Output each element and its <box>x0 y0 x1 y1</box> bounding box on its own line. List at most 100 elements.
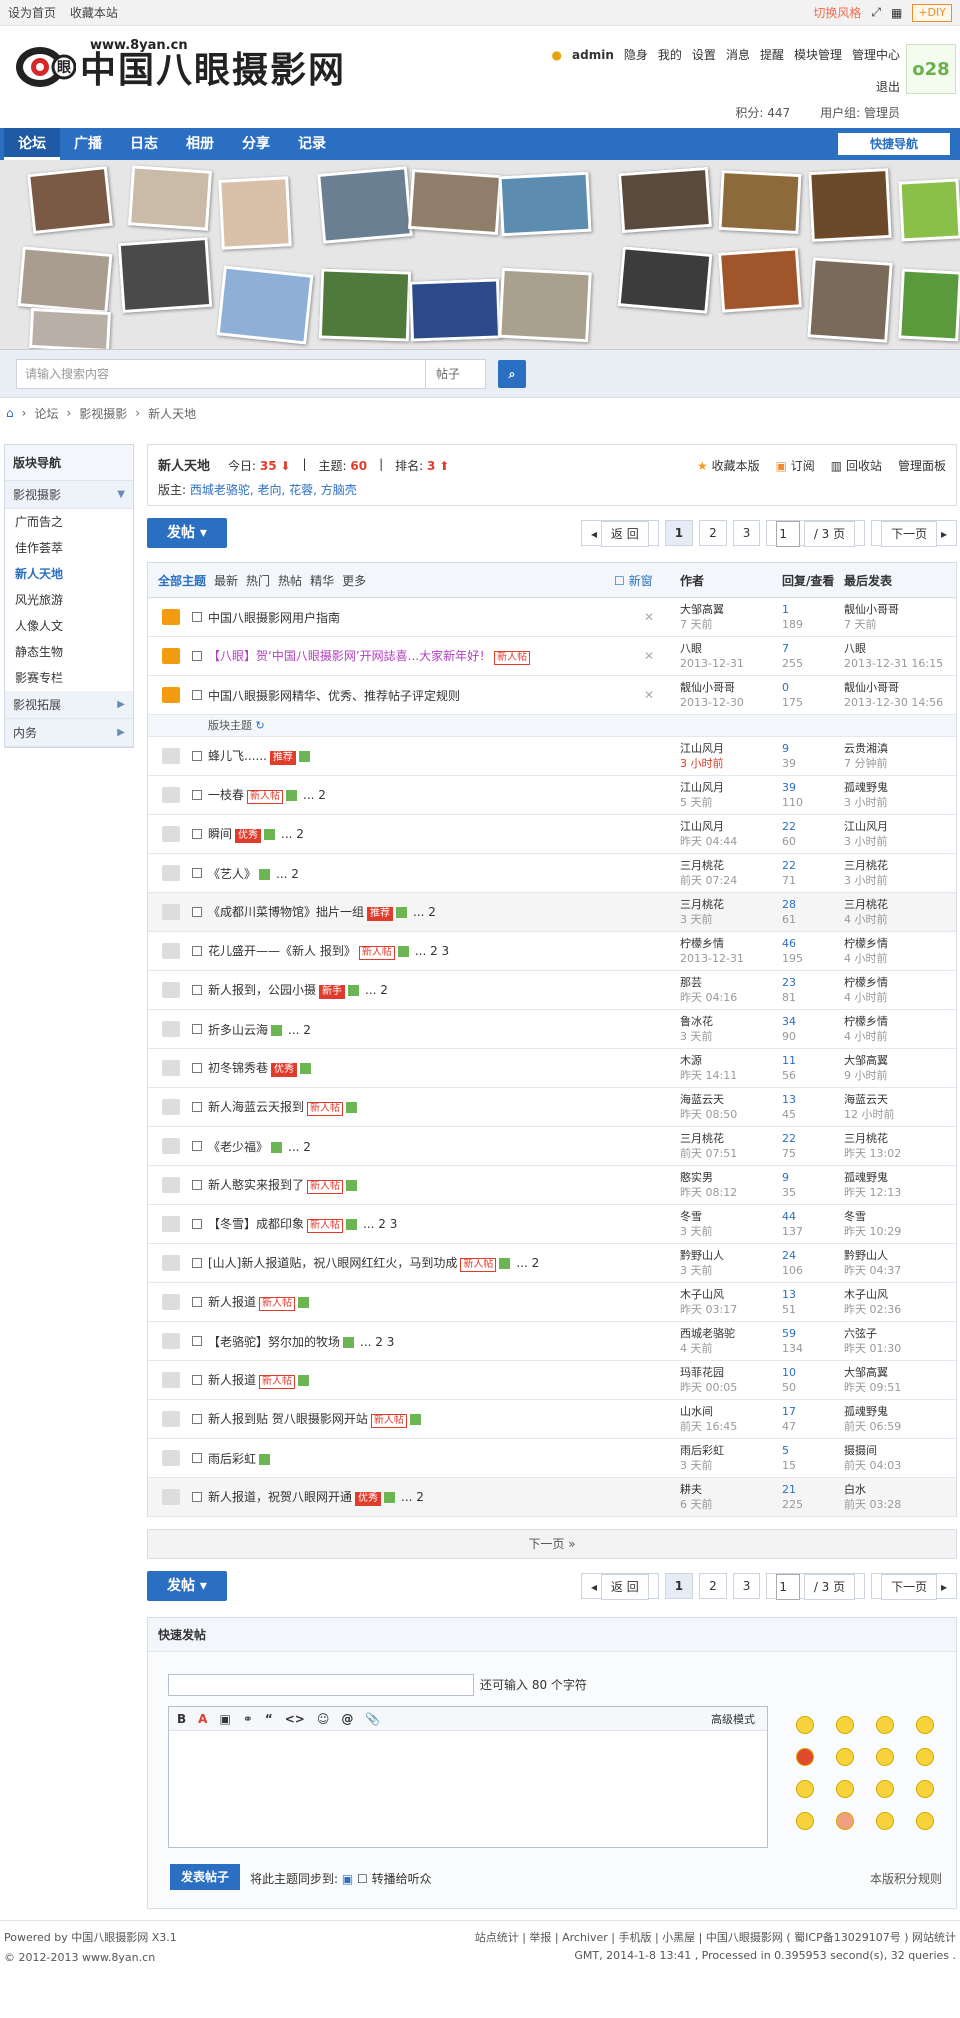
table-row[interactable]: 《老少福》 ... 2 三月桃花 前天 07:51 22 75 三月桃花 昨天 13:0… <box>148 1127 956 1166</box>
smiley-icon[interactable] <box>876 1780 894 1798</box>
module-manage-link[interactable]: 模块管理 <box>794 46 842 63</box>
smiley-icon[interactable] <box>796 1780 814 1798</box>
last-poster[interactable]: 孤魂野鬼 <box>844 1404 901 1419</box>
thread-author[interactable]: 木源 <box>680 1053 737 1068</box>
thread-title[interactable]: 中国八眼摄影网精华、优秀、推荐帖子评定规则 <box>208 689 460 703</box>
thread-title[interactable]: 新人海蓝云天报到 <box>208 1100 304 1114</box>
thread-pages[interactable]: ... 2 3 <box>360 1335 394 1349</box>
thread-author[interactable]: 雨后彩虹 <box>680 1443 724 1458</box>
bold-icon[interactable]: B <box>177 1712 186 1726</box>
smiley-icon[interactable] <box>796 1716 814 1734</box>
last-poster[interactable]: 冬雪 <box>844 1209 901 1224</box>
tab-latest[interactable]: 最新 <box>214 572 238 589</box>
last-post-date[interactable]: 4 小时前 <box>844 951 888 966</box>
smiley-icon[interactable] <box>876 1748 894 1766</box>
thread-author[interactable]: 鲁冰花 <box>680 1014 713 1029</box>
table-row[interactable]: 蜂儿飞...... 推荐 江山风月 3 小时前 9 39 云贵湘滇 7 分钟前 <box>148 737 956 776</box>
row-checkbox[interactable] <box>192 1141 202 1151</box>
last-post-date[interactable]: 2013-12-31 16:15 <box>844 656 943 671</box>
thread-author[interactable]: 八眼 <box>680 641 744 656</box>
smiley-icon[interactable] <box>916 1748 934 1766</box>
last-post-date[interactable]: 2013-12-30 14:56 <box>844 695 943 710</box>
row-checkbox[interactable] <box>192 1297 202 1307</box>
smiley-icon[interactable] <box>836 1716 854 1734</box>
last-post-date[interactable]: 昨天 12:13 <box>844 1185 901 1200</box>
thread-title[interactable]: 《艺人》 <box>208 867 256 881</box>
search-type-select[interactable]: 帖子 <box>426 358 486 389</box>
thread-title[interactable]: 雨后彩虹 <box>208 1452 256 1466</box>
thread-title[interactable]: 花儿盛开——《新人 报到》 <box>208 944 356 958</box>
attach-icon[interactable]: 📎 <box>365 1712 380 1726</box>
thread-title[interactable]: 折多山云海 <box>208 1023 268 1037</box>
thread-author[interactable]: 玛菲花园 <box>680 1365 737 1380</box>
thread-title[interactable]: 【老骆驼】努尔加的牧场 <box>208 1335 340 1349</box>
thread-pages[interactable]: ... 2 <box>516 1256 539 1270</box>
search-button[interactable]: ⌕ <box>498 359 526 388</box>
table-row[interactable]: 【八眼】贺‘中国八眼摄影网’开网誌喜...大家新年好！ 新人帖 ✕ 八眼 2013-… <box>148 637 956 676</box>
page-2[interactable]: 2 <box>699 520 727 546</box>
table-row[interactable]: 新人报道 新人帖 玛菲花园 昨天 00:05 10 50 大邹高翼 昨天 09:51 <box>148 1361 956 1400</box>
sidebar-item-portrait[interactable]: 人像人文 <box>5 613 133 639</box>
last-post-date[interactable]: 昨天 04:37 <box>844 1263 901 1278</box>
last-poster[interactable]: 孤魂野鬼 <box>844 1170 901 1185</box>
close-icon[interactable]: ✕ <box>644 649 654 663</box>
thread-author[interactable]: 柠檬乡情 <box>680 936 744 951</box>
last-poster[interactable]: 三月桃花 <box>844 1131 901 1146</box>
subscribe-link[interactable]: ▣ 订阅 <box>776 457 815 474</box>
thread-pages[interactable]: ... 2 <box>413 905 436 919</box>
thread-pages[interactable]: ... 2 3 <box>415 944 449 958</box>
next-page-button[interactable]: 下一页 ▸ <box>871 1573 957 1600</box>
site-logo[interactable]: 眼 www.8yan.cn 中国八眼摄影网 <box>14 38 346 94</box>
last-post-date[interactable]: 7 分钟前 <box>844 756 888 771</box>
avatar[interactable]: o28 <box>906 44 956 94</box>
thread-pages[interactable]: ... 2 <box>365 983 388 997</box>
thread-author[interactable]: 憨实男 <box>680 1170 737 1185</box>
last-poster[interactable]: 柠檬乡情 <box>844 936 888 951</box>
last-post-date[interactable]: 4 小时前 <box>844 990 888 1005</box>
tab-digest[interactable]: 精华 <box>310 572 334 589</box>
thread-pages[interactable]: ... 2 <box>303 788 326 802</box>
smiley-icon[interactable] <box>916 1780 934 1798</box>
thread-title[interactable]: 新人报道，祝贺八眼网开通 <box>208 1490 352 1504</box>
table-row[interactable]: 新人报到，公园小摄 新手 ... 2 那芸 昨天 04:16 23 81 柠檬乡情 4 小… <box>148 971 956 1010</box>
thread-title[interactable]: 新人报道 <box>208 1373 256 1387</box>
angry-smiley-icon[interactable] <box>796 1748 814 1766</box>
row-checkbox[interactable] <box>192 1492 202 1502</box>
last-poster[interactable]: 白水 <box>844 1482 901 1497</box>
table-row[interactable]: 初冬锦秀巷 优秀 木源 昨天 14:11 11 56 大邹高翼 9 小时前 <box>148 1049 956 1088</box>
smiley-icon[interactable]: ☺ <box>317 1712 330 1726</box>
thread-author[interactable]: 耕夫 <box>680 1482 713 1497</box>
close-icon[interactable]: ✕ <box>644 610 654 624</box>
crumb-photo[interactable]: 影视摄影 <box>79 405 127 422</box>
sidebar-item-newbie[interactable]: 新人天地 <box>5 561 133 587</box>
row-checkbox[interactable] <box>192 985 202 995</box>
link-icon[interactable]: ⚭ <box>243 1712 253 1726</box>
nav-album[interactable]: 相册 <box>172 128 228 160</box>
last-post-date[interactable]: 7 天前 <box>844 617 899 632</box>
table-row[interactable]: 中国八眼摄影网精华、优秀、推荐帖子评定规则 ✕ 靓仙小哥哥 2013-12-30 … <box>148 676 956 715</box>
thread-author[interactable]: 江山风月 <box>680 741 724 756</box>
table-row[interactable]: 新人报到贴 贺八眼摄影网开站 新人帖 山水间 前天 16:45 17 47 孤魂野鬼前… <box>148 1400 956 1439</box>
last-poster[interactable]: 木子山风 <box>844 1287 901 1302</box>
thread-title[interactable]: 《老少福》 <box>208 1140 268 1154</box>
thread-title[interactable]: 【八眼】贺‘中国八眼摄影网’开网誌喜...大家新年好！ <box>208 649 491 663</box>
table-row[interactable]: 折多山云海 ... 2 鲁冰花 3 天前 34 90 柠檬乡情 4 小时前 <box>148 1010 956 1049</box>
last-poster[interactable]: 大邹高翼 <box>844 1053 888 1068</box>
thread-title[interactable]: 新人报到，公园小摄 <box>208 983 316 997</box>
thread-pages[interactable]: ... 2 <box>288 1140 311 1154</box>
admin-center-link[interactable]: 管理中心 <box>852 46 900 63</box>
thread-pages[interactable]: ... 2 <box>281 827 304 841</box>
thread-title[interactable]: 新人憨实来报到了 <box>208 1178 304 1192</box>
user-group-menu[interactable]: 用户组: 管理员 <box>820 104 900 121</box>
thread-author[interactable]: 三月桃花 <box>680 897 724 912</box>
row-checkbox[interactable] <box>192 1219 202 1229</box>
sidebar-item-ads[interactable]: 广而告之 <box>5 509 133 535</box>
row-checkbox[interactable] <box>192 868 202 878</box>
last-poster[interactable]: 柠檬乡情 <box>844 975 888 990</box>
last-poster[interactable]: 三月桃花 <box>844 897 888 912</box>
crumb-forum[interactable]: 论坛 <box>34 405 58 422</box>
tab-more[interactable]: 更多 <box>342 572 366 589</box>
row-checkbox[interactable] <box>192 612 202 622</box>
thread-title[interactable]: 【冬雪】成都印象 <box>208 1217 304 1231</box>
close-icon[interactable]: ✕ <box>644 688 654 702</box>
